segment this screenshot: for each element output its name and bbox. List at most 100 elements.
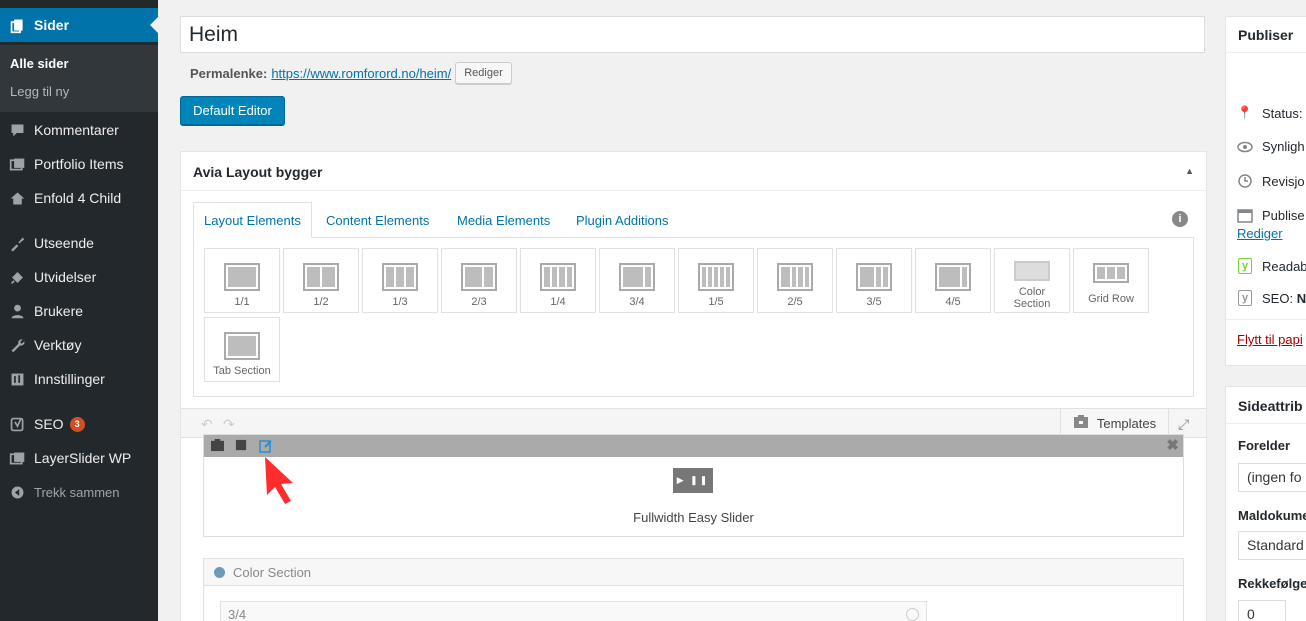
revisions-label: Revisjo — [1262, 173, 1305, 189]
menu-item-pages[interactable]: Sider — [0, 8, 158, 42]
publish-edit-link[interactable]: Rediger — [1237, 226, 1283, 241]
divider — [1226, 52, 1306, 53]
save-template-icon[interactable] — [210, 439, 225, 455]
color-section-icon — [1014, 261, 1050, 281]
divider — [1226, 423, 1306, 424]
fullwidth-slider-element[interactable]: ✖ ▶ ❚❚ Fullwidth Easy Slider — [203, 434, 1184, 537]
home-icon — [0, 190, 34, 207]
pin-icon: 📍 — [1236, 105, 1254, 120]
element-tab-section[interactable]: Tab Section — [204, 317, 280, 382]
visibility-label: Synligh — [1262, 139, 1305, 154]
templates-label: Templates — [1096, 416, 1157, 431]
undo-icon[interactable]: ↶ — [201, 416, 213, 433]
element-caption: Tab Section — [213, 365, 271, 377]
seo-label-text: SEO: — [1262, 290, 1297, 306]
menu-item-label: Utvidelser — [34, 269, 97, 285]
permalink-edit-button[interactable]: Rediger — [455, 62, 512, 84]
menu-item-label: Verktøy — [34, 337, 82, 353]
collapse-arrow-icon — [0, 484, 34, 501]
redo-icon[interactable]: ↷ — [223, 416, 235, 433]
column-3-5-icon — [856, 263, 892, 291]
parent-select[interactable]: (ingen fo — [1238, 463, 1306, 492]
column-label: 3/4 — [228, 607, 247, 621]
revisions-row: Revisjo — [1236, 173, 1305, 189]
status-row: 📍 Status: — [1236, 105, 1303, 121]
element-color-section[interactable]: Color Section — [994, 248, 1070, 313]
slider-element-name: Fullwidth Easy Slider — [633, 510, 754, 525]
element-1-4[interactable]: 1/4 — [520, 248, 596, 313]
element-caption: Color Section — [1013, 286, 1051, 310]
brush-icon — [0, 235, 34, 252]
element-1-5[interactable]: 1/5 — [678, 248, 754, 313]
element-caption: 1/1 — [234, 296, 250, 308]
layout-elements-panel: 1/1 1/2 1/3 2/3 1/4 3/4 1/5 2/5 3/5 4/5 … — [193, 237, 1194, 397]
menu-item-tools[interactable]: Verktøy — [0, 328, 158, 362]
element-caption: 3/4 — [629, 296, 645, 308]
column-1-1-icon — [224, 263, 260, 291]
element-2-3[interactable]: 2/3 — [441, 248, 517, 313]
menu-item-label: Innstillinger — [34, 371, 105, 387]
element-grid-row[interactable]: Grid Row — [1073, 248, 1149, 313]
element-toolbar: ✖ — [204, 435, 1183, 457]
tab-plugin-additions[interactable]: Plugin Additions — [566, 202, 679, 238]
element-1-1[interactable]: 1/1 — [204, 248, 280, 313]
element-1-3[interactable]: 1/3 — [362, 248, 438, 313]
calendar-icon — [1236, 207, 1254, 223]
publish-date-row: Publise — [1236, 207, 1305, 223]
readability-row: y Readabi — [1236, 258, 1306, 274]
avia-layout-builder: Avia Layout bygger ▲ Layout Elements Con… — [180, 151, 1207, 621]
menu-item-layerslider[interactable]: LayerSlider WP — [0, 441, 158, 475]
info-icon[interactable]: i — [1172, 211, 1188, 227]
collapse-toggle-icon[interactable]: ▲ — [1185, 166, 1194, 176]
menu-item-enfold[interactable]: Enfold 4 Child — [0, 181, 158, 215]
column-handle-icon[interactable] — [906, 608, 919, 621]
collapse-label: Trekk sammen — [34, 484, 120, 500]
element-2-5[interactable]: 2/5 — [757, 248, 833, 313]
template-select[interactable]: Standard — [1238, 531, 1306, 560]
delete-icon[interactable]: ✖ — [1166, 436, 1179, 454]
tab-media-elements[interactable]: Media Elements — [447, 202, 560, 238]
annotation-arrow-icon — [265, 457, 293, 504]
history-icon — [1236, 173, 1254, 189]
color-section-element[interactable]: Color Section 3/4 — [203, 558, 1184, 621]
pages-submenu: Alle sider Legg til ny — [0, 45, 158, 112]
tab-section-icon — [224, 332, 260, 360]
menu-item-portfolio[interactable]: Portfolio Items — [0, 147, 158, 181]
default-editor-button[interactable]: Default Editor — [180, 96, 285, 125]
page-attributes-title: Sideattrib — [1238, 398, 1303, 414]
menu-item-plugins[interactable]: Utvidelser — [0, 260, 158, 294]
menu-item-label: Enfold 4 Child — [34, 190, 122, 206]
menu-item-seo[interactable]: SEO 3 — [0, 407, 158, 441]
fullscreen-icon[interactable]: ⤢ — [1178, 416, 1189, 433]
order-input[interactable]: 0 — [1238, 600, 1286, 621]
element-caption: 3/5 — [866, 296, 882, 308]
element-caption: 2/3 — [471, 296, 487, 308]
element-caption: 1/3 — [392, 296, 408, 308]
menu-item-comments[interactable]: Kommentarer — [0, 113, 158, 147]
element-3-4[interactable]: 3/4 — [599, 248, 675, 313]
publish-title: Publiser — [1238, 27, 1294, 43]
menu-item-users[interactable]: Brukere — [0, 294, 158, 328]
clone-icon[interactable] — [235, 439, 248, 455]
edit-icon[interactable] — [259, 439, 273, 456]
move-to-trash-link[interactable]: Flytt til papi — [1237, 332, 1303, 347]
collapse-menu-button[interactable]: Trekk sammen — [0, 475, 158, 509]
submenu-add-new[interactable]: Legg til ny — [10, 84, 69, 99]
seo-label: SEO: No — [1262, 291, 1306, 306]
page-title-input[interactable] — [180, 16, 1205, 53]
column-3-4-element[interactable]: 3/4 — [220, 601, 927, 621]
submenu-all-pages[interactable]: Alle sider — [10, 56, 69, 71]
divider — [1226, 319, 1306, 320]
tab-content-elements[interactable]: Content Elements — [316, 202, 439, 238]
element-3-5[interactable]: 3/5 — [836, 248, 912, 313]
element-4-5[interactable]: 4/5 — [915, 248, 991, 313]
divider — [181, 190, 1206, 191]
visibility-row: Synligh — [1236, 139, 1305, 154]
permalink-url-link[interactable]: https://www.romforord.no/heim/ — [271, 66, 451, 81]
element-caption: 1/5 — [708, 296, 724, 308]
element-1-2[interactable]: 1/2 — [283, 248, 359, 313]
tab-layout-elements[interactable]: Layout Elements — [193, 202, 312, 238]
menu-item-appearance[interactable]: Utseende — [0, 226, 158, 260]
menu-item-settings[interactable]: Innstillinger — [0, 362, 158, 396]
page-attributes-box: Sideattrib Forelder (ingen fo Maldokume … — [1225, 386, 1306, 621]
